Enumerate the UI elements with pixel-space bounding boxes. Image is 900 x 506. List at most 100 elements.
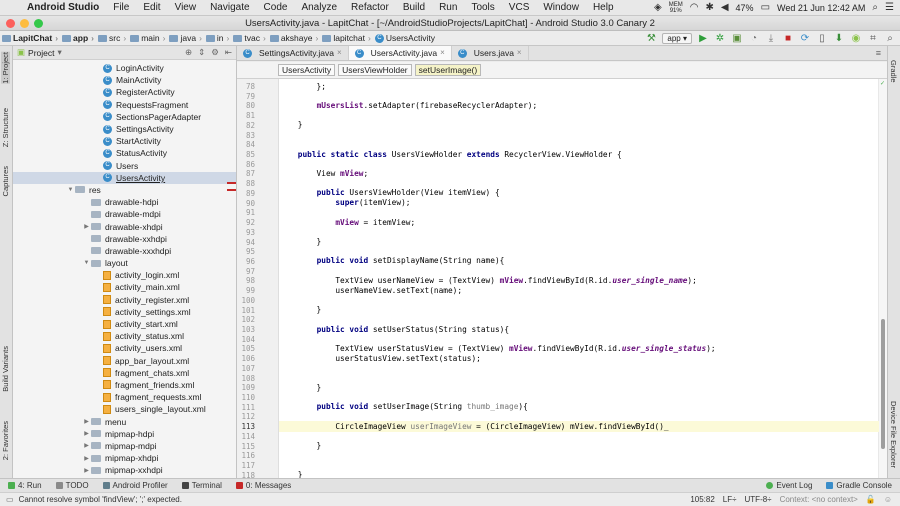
battery-percent[interactable]: 47% — [736, 3, 754, 13]
context-indicator[interactable]: Context: <no context> — [780, 495, 858, 504]
code-line[interactable]: public void setDisplayName(String name){ — [279, 255, 505, 266]
code-line[interactable]: userNameView.setText(name); — [279, 285, 462, 296]
clock[interactable]: Wed 21 Jun 12:42 AM — [777, 3, 865, 13]
menu-refactor[interactable]: Refactor — [344, 2, 396, 13]
menu-edit[interactable]: Edit — [136, 2, 167, 13]
run-config-select[interactable]: app ▾ — [662, 32, 692, 44]
profile-icon[interactable]: ◔ — [748, 33, 760, 44]
code-line[interactable]: mUsersList.setAdapter(firebaseRecyclerAd… — [279, 100, 538, 111]
lock-icon[interactable]: 🔓 — [866, 495, 876, 504]
bluetooth-icon[interactable]: ✱ — [705, 2, 713, 13]
tree-item[interactable]: C MainActivity — [13, 74, 236, 86]
code-line[interactable]: View mView; — [279, 168, 369, 179]
close-tab-icon[interactable]: × — [337, 46, 342, 60]
tab-users[interactable]: C Users.java × — [452, 46, 529, 60]
editor-scrollbar[interactable]: ✓ — [879, 79, 887, 478]
caret-position[interactable]: 105:82 — [690, 495, 714, 504]
inspection-status-icon[interactable]: ✓ — [880, 80, 886, 87]
menu-view[interactable]: View — [168, 2, 204, 13]
android-device-monitor-icon[interactable]: ◉ — [850, 33, 862, 44]
code-line[interactable]: } — [279, 304, 322, 315]
tree-item[interactable]: drawable-hdpi — [13, 196, 236, 208]
crumb-main[interactable]: main › — [128, 33, 167, 43]
tool-captures[interactable]: Captures — [1, 166, 10, 196]
tree-item[interactable]: ▶ mipmap-xhdpi — [13, 452, 236, 464]
code-line[interactable]: } — [279, 440, 322, 451]
crumb-project[interactable]: LapitChat › — [0, 33, 60, 43]
code-line[interactable]: CircleImageView userImageView = (CircleI… — [279, 421, 668, 432]
crumb-src[interactable]: src › — [96, 33, 128, 43]
close-tab-icon[interactable]: × — [440, 46, 445, 60]
tree-item[interactable]: activity_login.xml — [13, 269, 236, 281]
tree-item[interactable]: ▶ mipmap-mdpi — [13, 440, 236, 452]
tree-item[interactable]: drawable-xxhdpi — [13, 233, 236, 245]
avd-manager-icon[interactable]: ▯ — [816, 33, 828, 44]
code-line[interactable]: userStatusView.setText(status); — [279, 353, 481, 364]
tree-item[interactable]: ▶ drawable-xhdpi — [13, 220, 236, 232]
wifi-icon[interactable]: ◠ — [690, 2, 699, 13]
tool-todo[interactable]: TODO — [55, 481, 89, 490]
status-message[interactable]: Cannot resolve symbol 'findView'; ';' ex… — [19, 495, 182, 504]
line-separator[interactable]: LF÷ — [723, 495, 737, 504]
tree-item[interactable]: ▶ menu — [13, 415, 236, 427]
dropbox-icon[interactable]: ◈ — [654, 2, 662, 13]
sdk-manager-icon[interactable]: ⬇ — [833, 33, 845, 44]
tool-project[interactable]: 1: Project — [1, 52, 10, 84]
menu-run[interactable]: Run — [432, 2, 464, 13]
tree-item[interactable]: app_bar_layout.xml — [13, 355, 236, 367]
tool-run[interactable]: 4: Run — [8, 481, 42, 490]
menu-navigate[interactable]: Navigate — [203, 2, 256, 13]
tree-item[interactable]: C LoginActivity — [13, 62, 236, 74]
code-editor[interactable]: }; mUsersList.setAdapter(firebaseRecycle… — [279, 79, 883, 478]
breadcrumb-class[interactable]: UsersActivity — [278, 64, 336, 76]
project-structure-icon[interactable]: ⌗ — [867, 33, 879, 44]
breadcrumb-inner-class[interactable]: UsersViewHolder — [338, 64, 412, 76]
settings-gear-icon[interactable]: ⚙ — [211, 47, 219, 58]
tree-item[interactable]: C StatusActivity — [13, 147, 236, 159]
tree-item[interactable]: C StartActivity — [13, 135, 236, 147]
collapsed-arrow-icon[interactable]: ▶ — [82, 223, 91, 230]
tree-item[interactable]: ▶ mipmap-xxhdpi — [13, 464, 236, 476]
menu-tools[interactable]: Tools — [464, 2, 501, 13]
code-line[interactable]: } — [279, 119, 303, 130]
code-line[interactable]: public void setUserImage(String thumb_im… — [279, 401, 528, 412]
tree-item[interactable]: fragment_requests.xml — [13, 391, 236, 403]
tabs-overflow-icon[interactable]: ≡ — [876, 46, 887, 60]
minimize-window-icon[interactable] — [20, 19, 29, 28]
tree-item[interactable]: C RequestsFragment — [13, 99, 236, 111]
code-line[interactable]: } — [279, 382, 322, 393]
menu-analyze[interactable]: Analyze — [294, 2, 344, 13]
tree-item[interactable]: C Users — [13, 160, 236, 172]
tool-messages[interactable]: 0: Messages — [235, 481, 291, 490]
scrollbar-thumb[interactable] — [881, 319, 885, 449]
hide-panel-icon[interactable]: ⇤ — [225, 47, 232, 58]
code-line[interactable]: super(itemView); — [279, 197, 410, 208]
tab-settingsactivity[interactable]: C SettingsActivity.java × — [237, 46, 349, 60]
tree-item[interactable]: drawable-xxxhdpi — [13, 245, 236, 257]
status-toggle-icon[interactable]: ▭ — [6, 495, 14, 504]
crumb-usersactivity[interactable]: C UsersActivity — [373, 33, 437, 43]
code-line[interactable]: mView = itemView; — [279, 217, 415, 228]
tree-item[interactable]: users_single_layout.xml — [13, 403, 236, 415]
debug-icon[interactable]: ✲ — [714, 33, 726, 44]
tree-item[interactable]: activity_settings.xml — [13, 306, 236, 318]
tree-item[interactable]: activity_register.xml — [13, 294, 236, 306]
search-icon[interactable]: ⌕ — [872, 2, 878, 13]
tree-item[interactable]: fragment_chats.xml — [13, 367, 236, 379]
tree-item[interactable]: ▶ mipmap-hdpi — [13, 428, 236, 440]
tree-item[interactable]: drawable-mdpi — [13, 208, 236, 220]
menu-vcs[interactable]: VCS — [502, 2, 537, 13]
tool-android-profiler[interactable]: Android Profiler — [102, 481, 168, 490]
crumb-tvac[interactable]: tvac › — [231, 33, 267, 43]
search-everywhere-icon[interactable]: ⌕ — [884, 33, 896, 44]
menu-help[interactable]: Help — [586, 2, 621, 13]
tree-item[interactable]: C SettingsActivity — [13, 123, 236, 135]
volume-icon[interactable]: ◀ — [721, 2, 729, 13]
tool-terminal[interactable]: Terminal — [181, 481, 222, 490]
crumb-in[interactable]: in › — [204, 33, 231, 43]
menu-app-name[interactable]: Android Studio — [20, 2, 106, 13]
crumb-app[interactable]: app › — [60, 33, 96, 43]
collapsed-arrow-icon[interactable]: ▶ — [82, 455, 91, 462]
crumb-lapitchat[interactable]: lapitchat › — [320, 33, 373, 43]
code-line[interactable]: } — [279, 469, 303, 478]
